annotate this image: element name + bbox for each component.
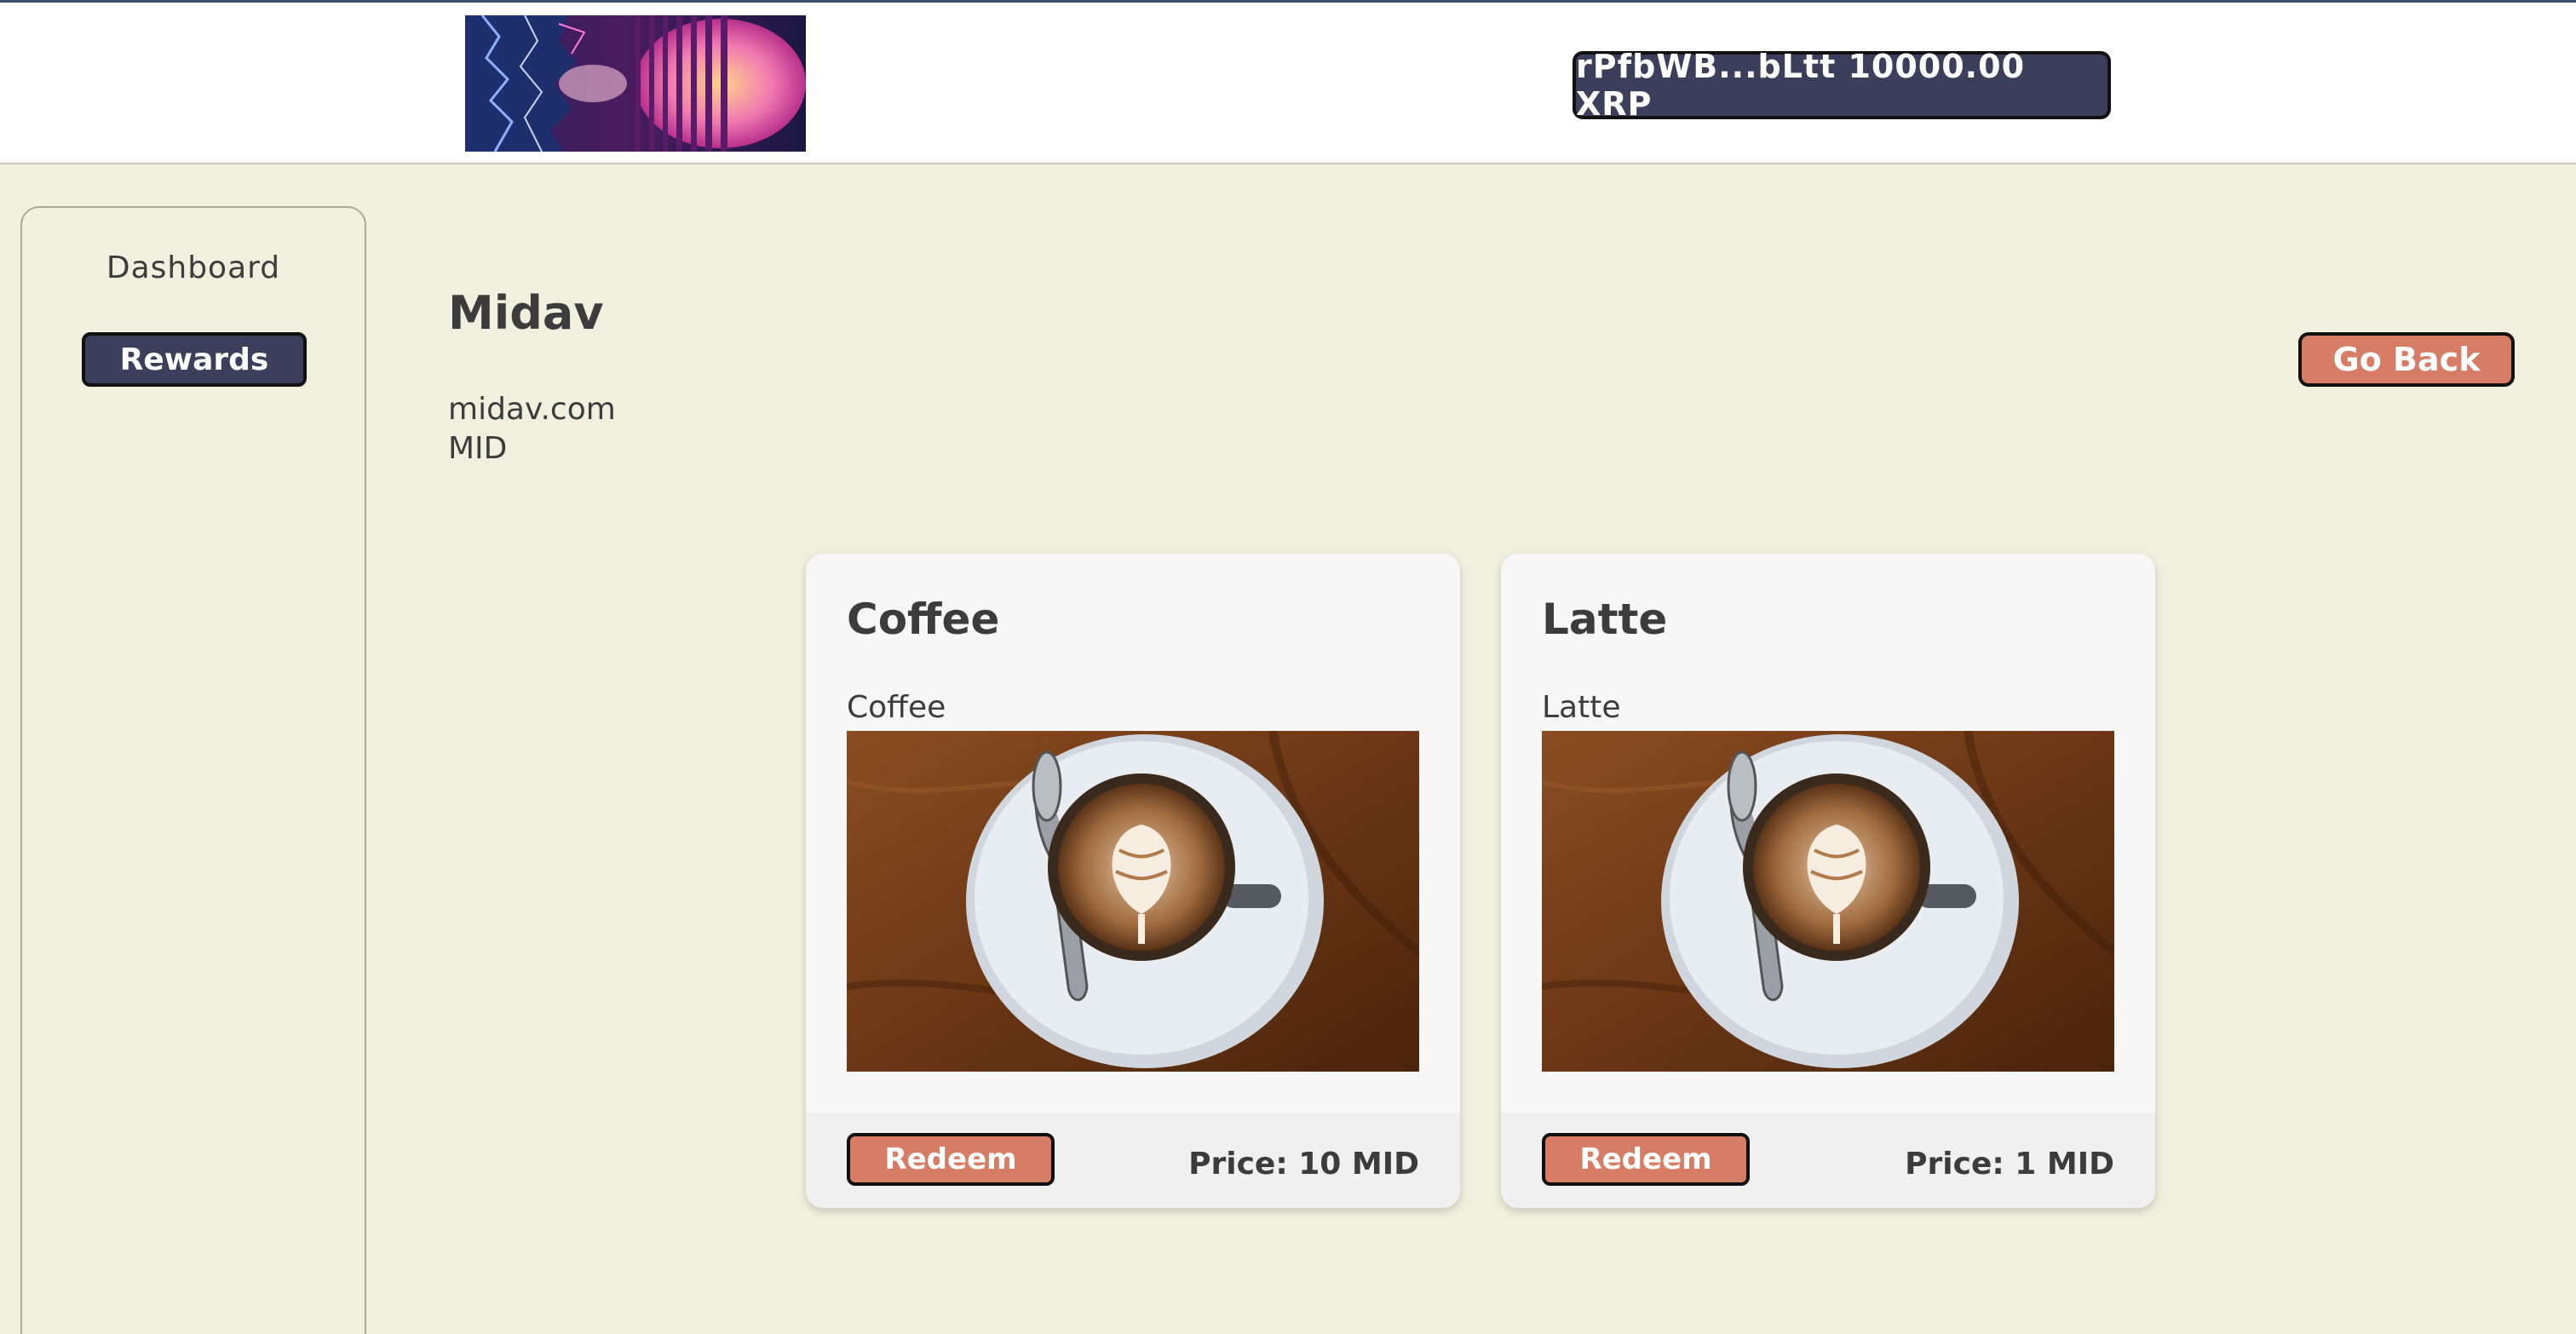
app-header: rPfbWB...bLtt 10000.00 XRP (0, 3, 2576, 164)
latte-art-photo-icon (847, 731, 1419, 1072)
wallet-balance-button[interactable]: rPfbWB...bLtt 10000.00 XRP (1573, 48, 2111, 123)
go-back-button[interactable]: Go Back (2298, 332, 2515, 387)
sidebar-item-rewards[interactable]: Rewards (82, 332, 307, 387)
redeem-button[interactable]: Redeem (1542, 1133, 1750, 1186)
reward-card-footer: Redeem Price: 1 MID (1501, 1113, 2155, 1208)
reward-price: Price: 10 MID (1188, 1147, 1419, 1182)
reward-description: Coffee (847, 690, 946, 725)
sidebar-item-dashboard[interactable]: Dashboard (22, 250, 365, 285)
redeem-button[interactable]: Redeem (847, 1133, 1055, 1186)
reward-description: Latte (1542, 690, 1621, 725)
brand-website: midav.com (448, 392, 616, 427)
page-title: Midav (448, 286, 604, 340)
sidebar: Dashboard Rewards (20, 206, 366, 1334)
latte-art-photo-icon (1542, 731, 2114, 1072)
reward-image (847, 731, 1419, 1072)
synthwave-logo-image (465, 15, 806, 152)
reward-image (1542, 731, 2114, 1072)
reward-title: Latte (1542, 595, 1668, 644)
brand-logo[interactable] (465, 15, 806, 152)
reward-card-latte: Latte Latte Redeem Price: 1 MID (1501, 554, 2155, 1208)
reward-card-coffee: Coffee Coffee Redeem Price: 10 MID (806, 554, 1460, 1208)
brand-ticker: MID (448, 431, 508, 466)
reward-card-footer: Redeem Price: 10 MID (806, 1113, 1460, 1208)
reward-price: Price: 1 MID (1905, 1147, 2114, 1182)
reward-title: Coffee (847, 595, 1000, 644)
